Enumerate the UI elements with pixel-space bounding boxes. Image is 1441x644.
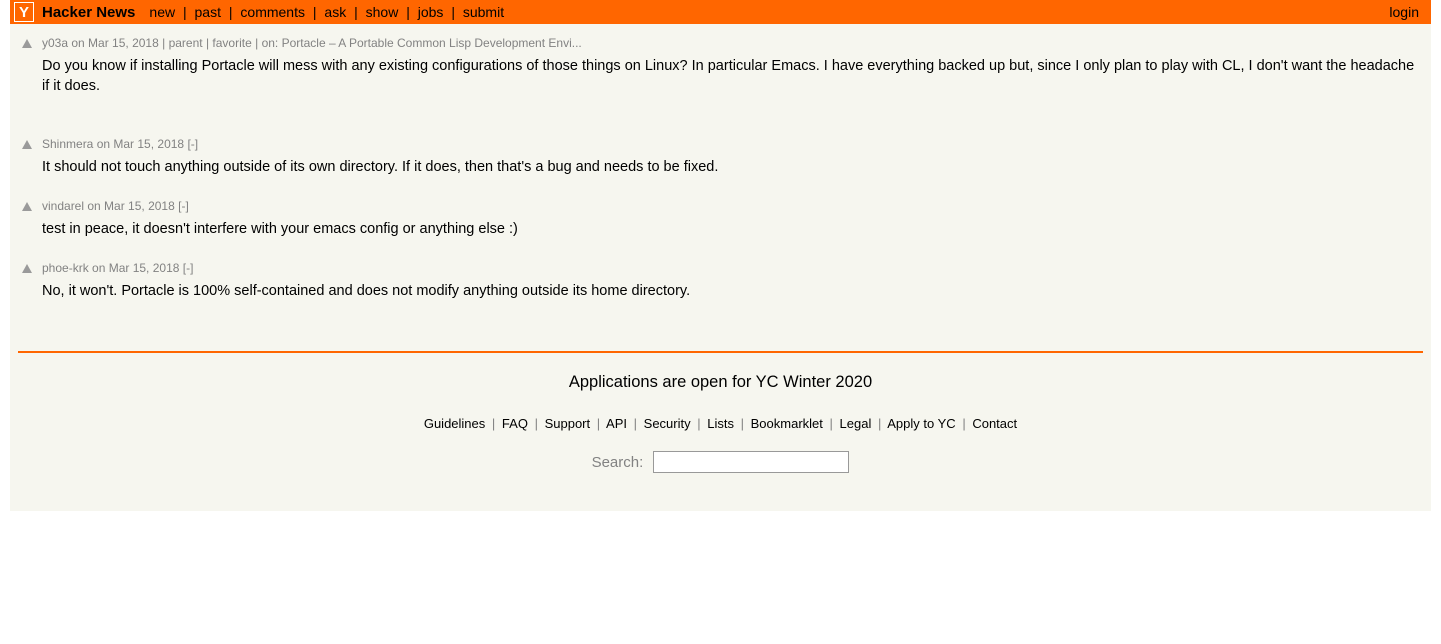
upvote-icon[interactable]: [22, 264, 32, 273]
footer-link-apply[interactable]: Apply to YC: [887, 416, 955, 431]
user-link[interactable]: vindarel: [42, 199, 84, 213]
parent-link[interactable]: parent: [169, 36, 203, 50]
nav-new[interactable]: new: [149, 4, 175, 20]
nav-links: new | past | comments | ask | show | job…: [149, 4, 504, 20]
login-link[interactable]: login: [1389, 4, 1427, 20]
footer-link-security[interactable]: Security: [644, 416, 691, 431]
content-area: y03a on Mar 15, 2018 | parent | favorite…: [10, 24, 1431, 511]
reply-row: vindarel on Mar 15, 2018 [-] test in pea…: [18, 199, 1423, 239]
footer-sep: |: [597, 416, 600, 431]
nav-sep: |: [354, 4, 358, 20]
footer-sep: |: [830, 416, 833, 431]
upvote-icon[interactable]: [22, 140, 32, 149]
footer-link-legal[interactable]: Legal: [840, 416, 872, 431]
reply-text: No, it won't. Portacle is 100% self-cont…: [42, 281, 1423, 301]
nav-sep: |: [451, 4, 455, 20]
nav-comments[interactable]: comments: [240, 4, 305, 20]
nav-sep: |: [406, 4, 410, 20]
footer-sep: |: [634, 416, 637, 431]
search-label: Search:: [592, 454, 644, 471]
search-input[interactable]: [653, 451, 849, 473]
nav-jobs[interactable]: jobs: [418, 4, 444, 20]
age-link[interactable]: on Mar 15, 2018: [97, 137, 184, 151]
comment-text: Do you know if installing Portacle will …: [42, 56, 1423, 97]
footer-links: Guidelines | FAQ | Support | API | Secur…: [18, 416, 1423, 431]
footer-link-bookmarklet[interactable]: Bookmarklet: [751, 416, 823, 431]
footer-sep: |: [697, 416, 700, 431]
age-link[interactable]: on Mar 15, 2018: [87, 199, 174, 213]
footer-sep: |: [492, 416, 495, 431]
nav-sep: |: [313, 4, 317, 20]
footer-sep: |: [878, 416, 881, 431]
search-row: Search:: [18, 451, 1423, 473]
upvote-icon[interactable]: [22, 202, 32, 211]
header-bar: Y Hacker News new | past | comments | as…: [10, 0, 1431, 24]
reply-row: phoe-krk on Mar 15, 2018 [-] No, it won'…: [18, 261, 1423, 301]
reply-row: Shinmera on Mar 15, 2018 [-] It should n…: [18, 137, 1423, 177]
favorite-link[interactable]: favorite: [212, 36, 251, 50]
toggle-link[interactable]: [-]: [187, 137, 198, 151]
toggle-link[interactable]: [-]: [183, 261, 194, 275]
replies-list: Shinmera on Mar 15, 2018 [-] It should n…: [18, 137, 1423, 302]
footer-sep: |: [535, 416, 538, 431]
footer-sep: |: [962, 416, 965, 431]
nav-show[interactable]: show: [366, 4, 399, 20]
nav-sep: |: [229, 4, 233, 20]
reply-text: It should not touch anything outside of …: [42, 157, 1423, 177]
footer-link-lists[interactable]: Lists: [707, 416, 734, 431]
footer-link-support[interactable]: Support: [545, 416, 591, 431]
footer-link-contact[interactable]: Contact: [972, 416, 1017, 431]
age-link[interactable]: on Mar 15, 2018: [71, 36, 158, 50]
footer-sep: |: [741, 416, 744, 431]
reply-text: test in peace, it doesn't interfere with…: [42, 219, 1423, 239]
logo-icon[interactable]: Y: [14, 2, 34, 22]
footer: Applications are open for YC Winter 2020…: [18, 353, 1423, 503]
user-link[interactable]: Shinmera: [42, 137, 93, 151]
user-link[interactable]: phoe-krk: [42, 261, 89, 275]
comment-meta: y03a on Mar 15, 2018 | parent | favorite…: [42, 36, 1423, 50]
upvote-icon[interactable]: [22, 39, 32, 48]
nav-ask[interactable]: ask: [324, 4, 346, 20]
nav-submit[interactable]: submit: [463, 4, 504, 20]
site-title-link[interactable]: Hacker News: [42, 4, 135, 21]
toggle-link[interactable]: [-]: [178, 199, 189, 213]
footer-link-api[interactable]: API: [606, 416, 627, 431]
reply-meta: Shinmera on Mar 15, 2018 [-]: [42, 137, 1423, 151]
reply-meta: vindarel on Mar 15, 2018 [-]: [42, 199, 1423, 213]
user-link[interactable]: y03a: [42, 36, 68, 50]
nav-sep: |: [183, 4, 187, 20]
nav-past[interactable]: past: [195, 4, 221, 20]
reply-meta: phoe-krk on Mar 15, 2018 [-]: [42, 261, 1423, 275]
footer-link-faq[interactable]: FAQ: [502, 416, 528, 431]
parent-comment: y03a on Mar 15, 2018 | parent | favorite…: [18, 36, 1423, 97]
age-link[interactable]: on Mar 15, 2018: [92, 261, 179, 275]
on-label: on:: [262, 36, 279, 50]
footer-promo[interactable]: Applications are open for YC Winter 2020: [18, 373, 1423, 392]
footer-link-guidelines[interactable]: Guidelines: [424, 416, 485, 431]
story-title-link[interactable]: Portacle – A Portable Common Lisp Develo…: [282, 36, 582, 50]
